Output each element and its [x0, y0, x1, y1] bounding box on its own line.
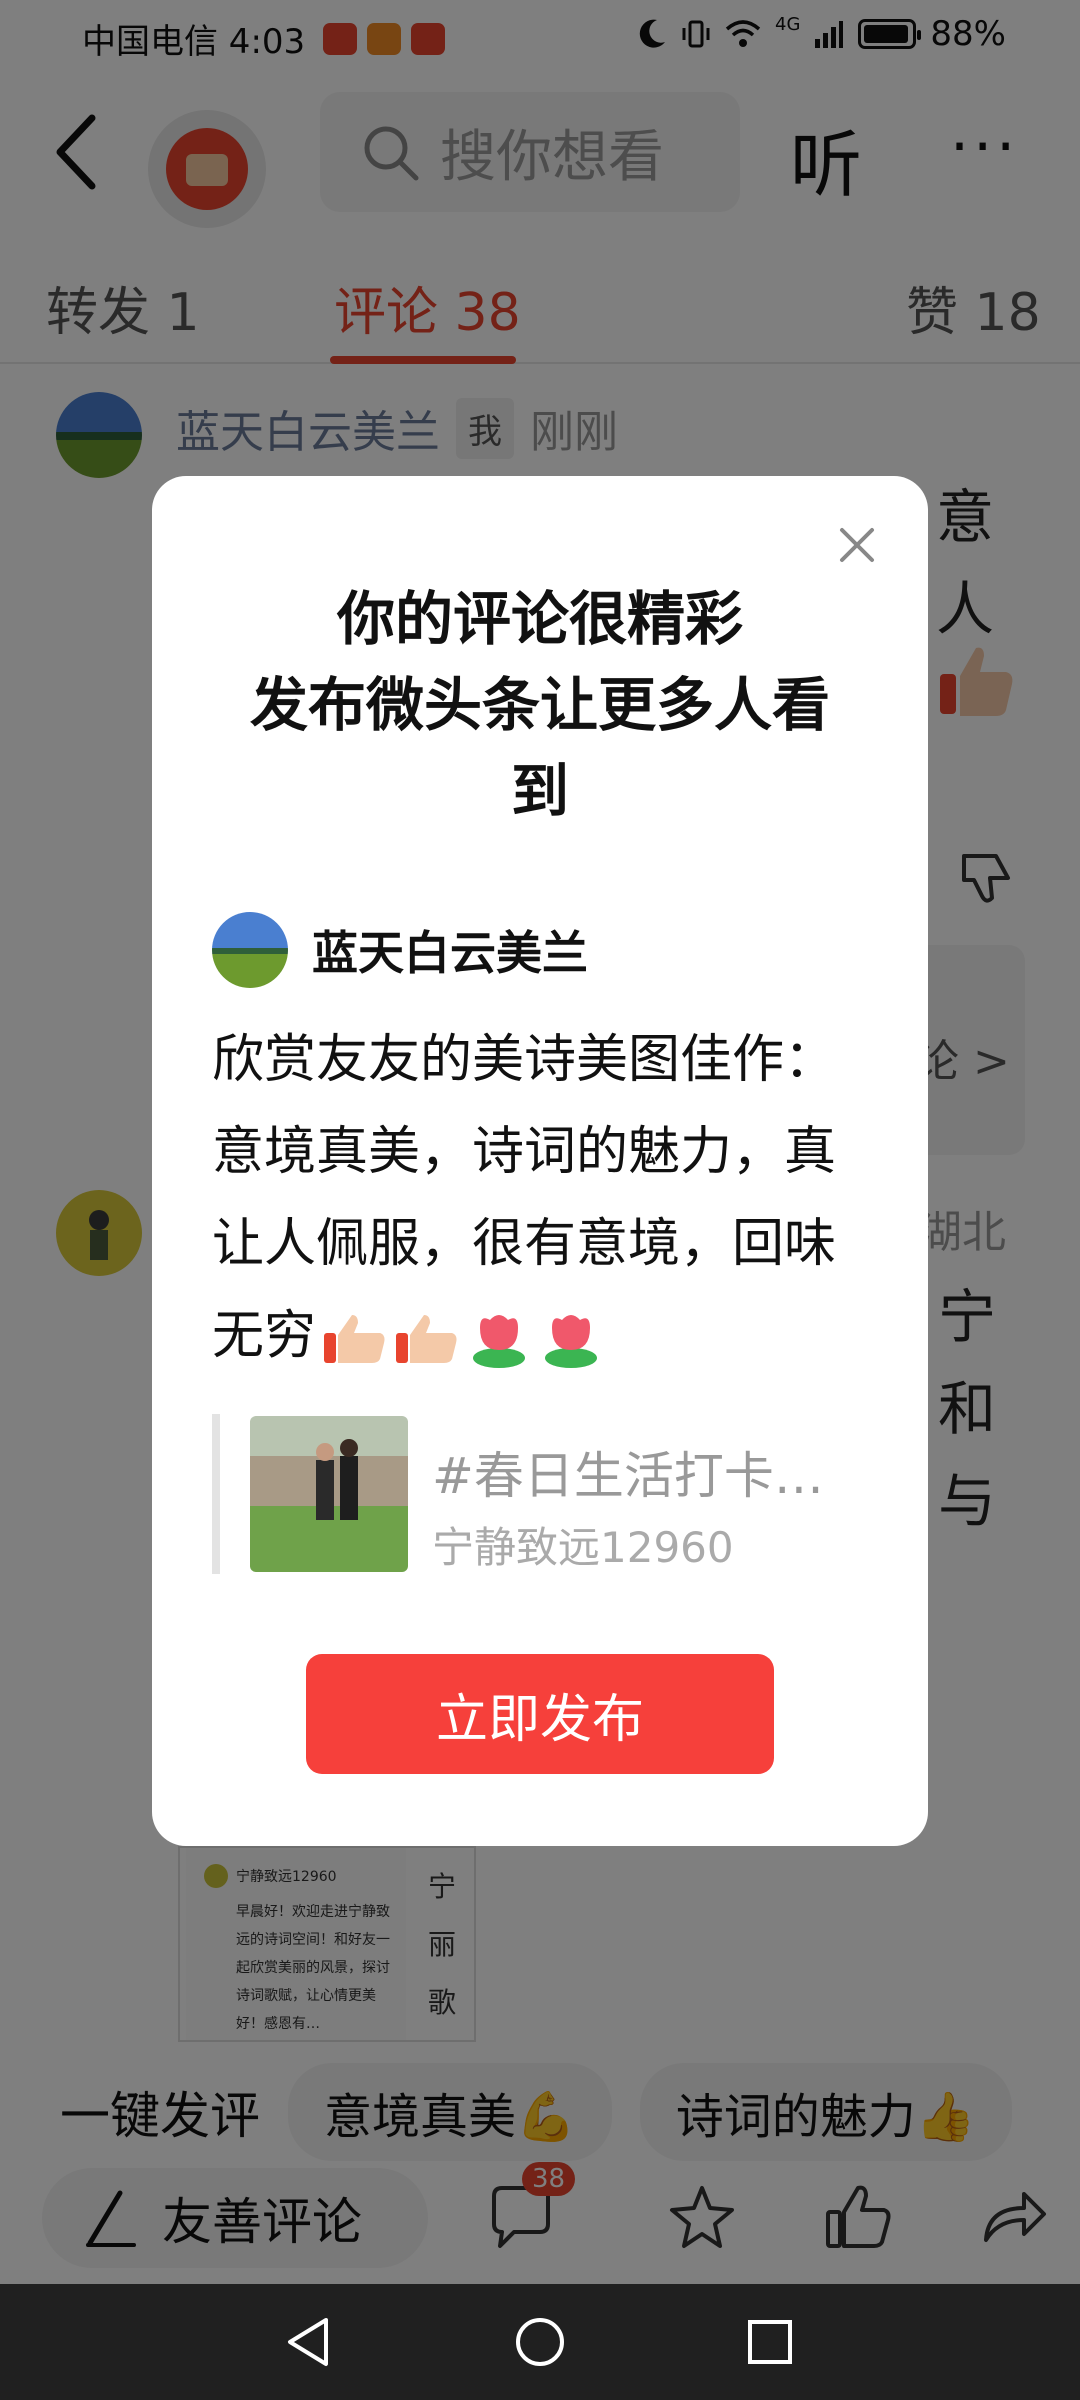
quoted-post-author: 宁静致远12960	[432, 1523, 734, 1572]
comment-preview: 欣赏友友的美诗美图佳作：意境真美，诗词的魅力，真让人佩服，很有意境，回味无穷	[212, 1014, 872, 1382]
publish-button[interactable]: 立即发布	[306, 1654, 774, 1774]
nav-home-icon[interactable]	[512, 2314, 568, 2370]
comment-author-row: 蓝天白云美兰	[212, 912, 588, 988]
thumbs-up-emoji	[396, 1315, 457, 1363]
nav-back-icon[interactable]	[282, 2314, 338, 2370]
close-icon	[840, 528, 874, 562]
dialog-title-line: 发布微头条让更多人看	[249, 671, 830, 739]
quoted-post[interactable]: #春日生活打卡… 宁静致远12960	[212, 1414, 872, 1574]
nav-recents-icon[interactable]	[742, 2314, 798, 2370]
dialog-title: 你的评论很精彩 发布微头条让更多人看 到	[152, 576, 928, 834]
dialog-title-line: 你的评论很精彩	[336, 585, 743, 653]
author-name: 蓝天白云美兰	[312, 926, 588, 980]
thumbs-up-emoji	[324, 1315, 385, 1363]
quoted-post-title: #春日生活打卡…	[432, 1447, 824, 1505]
tulip-emoji	[473, 1315, 526, 1368]
publish-dialog: 你的评论很精彩 发布微头条让更多人看 到 蓝天白云美兰 欣赏友友的美诗美图佳作：…	[152, 476, 928, 1846]
dialog-title-line: 到	[510, 757, 569, 825]
close-button[interactable]	[832, 520, 882, 570]
quoted-post-thumbnail	[250, 1416, 408, 1572]
tulip-emoji	[545, 1315, 598, 1368]
system-nav-bar	[0, 2284, 1080, 2400]
author-avatar	[212, 912, 288, 988]
